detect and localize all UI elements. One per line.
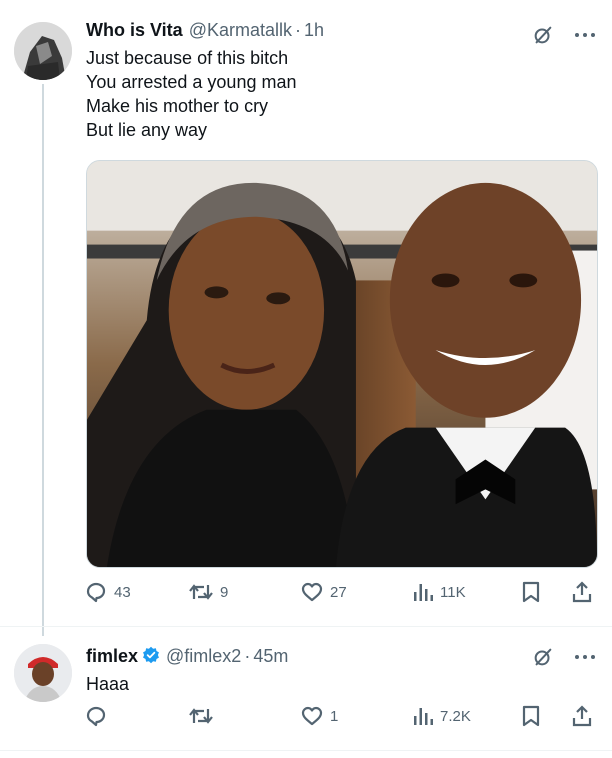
share-icon bbox=[570, 704, 594, 728]
like-count: 1 bbox=[330, 707, 339, 725]
views-count: 11K bbox=[440, 583, 466, 601]
avatar-image bbox=[14, 22, 72, 80]
tweet-actions-bar: 1 7.2K bbox=[84, 704, 604, 734]
author-handle[interactable]: @fimlex2 bbox=[166, 646, 241, 667]
bookmark-icon bbox=[520, 704, 542, 728]
retweet-count: 9 bbox=[220, 583, 229, 601]
bookmark-icon bbox=[520, 580, 542, 604]
views-count: 7.2K bbox=[440, 707, 471, 725]
tweet-text-line: Haaa bbox=[86, 674, 130, 694]
like-icon bbox=[300, 580, 324, 604]
reply-count: 43 bbox=[114, 583, 131, 601]
tweet-body: Just because of this bitch You arrested … bbox=[86, 46, 296, 142]
retweet-button[interactable] bbox=[188, 704, 220, 728]
author-name[interactable]: fimlex bbox=[86, 646, 138, 667]
avatar[interactable] bbox=[14, 22, 72, 80]
tweet-text-line: But lie any way bbox=[86, 120, 208, 140]
separator-dot: · bbox=[295, 20, 301, 40]
retweet-icon bbox=[188, 580, 214, 604]
views-button[interactable]: 11K bbox=[412, 580, 466, 604]
tweet-text-line: You arrested a young man bbox=[86, 72, 297, 92]
grok-icon[interactable] bbox=[532, 24, 554, 46]
reply-button[interactable] bbox=[84, 704, 114, 728]
share-button[interactable] bbox=[570, 580, 594, 604]
verified-badge-icon bbox=[142, 646, 160, 664]
tweet-text-line: Just because of this bitch bbox=[86, 48, 289, 68]
timestamp[interactable]: 1h bbox=[304, 20, 324, 41]
thread-connector-line bbox=[42, 84, 44, 636]
tweet-divider bbox=[0, 626, 612, 627]
tweet-body: Haaa bbox=[86, 672, 129, 696]
avatar-image bbox=[14, 644, 72, 702]
reply-button[interactable]: 43 bbox=[84, 580, 131, 604]
avatar[interactable] bbox=[14, 644, 72, 702]
author-handle[interactable]: @Karmatallk bbox=[189, 20, 292, 41]
like-button[interactable]: 27 bbox=[300, 580, 347, 604]
tweet-divider bbox=[0, 750, 612, 751]
like-button[interactable]: 1 bbox=[300, 704, 338, 728]
share-button[interactable] bbox=[570, 704, 594, 728]
more-icon[interactable] bbox=[574, 31, 596, 39]
retweet-icon bbox=[188, 704, 214, 728]
views-icon bbox=[412, 704, 434, 728]
grok-icon[interactable] bbox=[532, 646, 554, 668]
views-icon bbox=[412, 580, 434, 604]
share-icon bbox=[570, 580, 594, 604]
views-button[interactable]: 7.2K bbox=[412, 704, 471, 728]
bookmark-button[interactable] bbox=[520, 580, 542, 604]
like-icon bbox=[300, 704, 324, 728]
timestamp[interactable]: 45m bbox=[253, 646, 288, 667]
like-count: 27 bbox=[330, 583, 347, 601]
reply-icon bbox=[84, 580, 108, 604]
more-icon[interactable] bbox=[574, 653, 596, 661]
tweet-actions-bar: 43 9 27 11K bbox=[84, 580, 604, 610]
reply-icon bbox=[84, 704, 108, 728]
photo-image bbox=[87, 161, 597, 567]
tweet-media-photo[interactable] bbox=[86, 160, 598, 568]
tweet-text-line: Make his mother to cry bbox=[86, 96, 269, 116]
retweet-button[interactable]: 9 bbox=[188, 580, 228, 604]
bookmark-button[interactable] bbox=[520, 704, 542, 728]
separator-dot: · bbox=[244, 646, 251, 666]
author-name[interactable]: Who is Vita bbox=[86, 20, 183, 41]
